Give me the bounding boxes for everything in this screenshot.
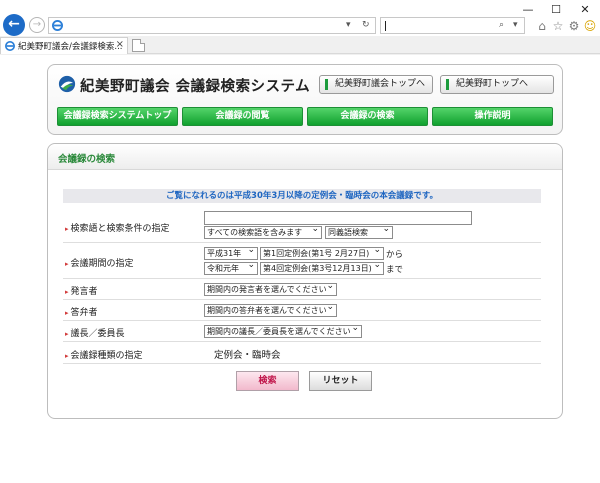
- refresh-icon[interactable]: ↻: [362, 18, 370, 33]
- forward-button[interactable]: →: [29, 17, 45, 33]
- settings-gear-icon[interactable]: ⚙: [567, 19, 581, 33]
- keyword-label: 検索語と検索条件の指定: [65, 221, 170, 234]
- chair-select[interactable]: 期間内の議長／委員長を選んでください: [204, 325, 362, 338]
- period-to-suffix: まで: [386, 265, 404, 275]
- nav-system-top-button[interactable]: 会議録検索システムトップ: [57, 107, 178, 126]
- reset-button[interactable]: リセット: [309, 371, 372, 391]
- nav-help-button[interactable]: 操作説明: [432, 107, 553, 126]
- search-dropdown-icon[interactable]: ▾: [513, 18, 518, 33]
- record-type-value: 定例会・臨時会: [214, 350, 281, 361]
- text-caret: [385, 21, 386, 31]
- period-from-era-select[interactable]: 平成31年: [204, 247, 258, 260]
- period-from-suffix: から: [386, 250, 404, 260]
- feedback-smiley-icon[interactable]: ☺: [583, 19, 597, 33]
- panel-title: 会議録の検索: [58, 154, 116, 165]
- speaker-select[interactable]: 期間内の発言者を選んでください: [204, 283, 337, 296]
- row-divider: [63, 299, 541, 300]
- nav-browse-button[interactable]: 会議録の閲覧: [182, 107, 303, 126]
- tab-title: 紀美野町議会/会議録検索...: [18, 42, 123, 52]
- favorites-star-icon[interactable]: ☆: [551, 19, 565, 33]
- period-to-session-select[interactable]: 第4回定例会(第3号12月13日): [260, 262, 384, 275]
- browser-search-input[interactable]: ⌕ ▾: [380, 17, 525, 34]
- nav-search-button[interactable]: 会議録の検索: [307, 107, 428, 126]
- row-divider: [63, 278, 541, 279]
- row-divider: [63, 363, 541, 364]
- tab-active[interactable]: 紀美野町議会/会議録検索... ×: [0, 37, 128, 54]
- council-top-link[interactable]: 紀美野町議会トップへ: [319, 75, 433, 94]
- record-type-label: 会議録種類の指定: [65, 348, 143, 361]
- availability-notice: ご覧になれるのは平成30年3月以降の定例会・臨時会の本会議録です。: [63, 189, 541, 203]
- ie-page-icon: [52, 20, 63, 31]
- site-header: 紀美野町議会 会議録検索システム 紀美野町議会トップへ 紀美野町トップへ 会議録…: [47, 64, 563, 135]
- tab-strip: 紀美野町議会/会議録検索... ×: [0, 36, 600, 54]
- responder-select[interactable]: 期間内の答弁者を選んでください: [204, 304, 337, 317]
- town-logo-icon: [58, 75, 76, 93]
- address-dropdown-icon[interactable]: ▾: [346, 18, 351, 33]
- page-viewport: 紀美野町議会 会議録検索システム 紀美野町議会トップへ 紀美野町トップへ 会議録…: [0, 55, 600, 483]
- panel-header: 会議録の検索: [48, 144, 562, 170]
- row-divider: [63, 320, 541, 321]
- row-divider: [63, 341, 541, 342]
- search-panel: 会議録の検索 ご覧になれるのは平成30年3月以降の定例会・臨時会の本会議録です。…: [47, 143, 563, 419]
- synonym-select[interactable]: 同義語検索: [325, 226, 393, 239]
- site-title: 紀美野町議会 会議録検索システム: [80, 79, 311, 95]
- row-divider: [63, 242, 541, 243]
- chair-label: 議長／委員長: [65, 326, 125, 339]
- keyword-condition-select[interactable]: すべての検索語を含みます: [204, 226, 322, 239]
- home-icon[interactable]: ⌂: [535, 19, 549, 33]
- period-to-era-select[interactable]: 令和元年: [204, 262, 258, 275]
- keyword-input[interactable]: [204, 211, 472, 225]
- speaker-label: 発言者: [65, 284, 98, 297]
- browser-nav-bar: ← → ▾ ↻ ⌕ ▾ ⌂ ☆ ⚙ ☺: [0, 14, 600, 36]
- new-tab-button[interactable]: [132, 39, 145, 52]
- town-top-link[interactable]: 紀美野町トップへ: [440, 75, 554, 94]
- ie-tab-icon: [5, 41, 15, 51]
- search-submit-button[interactable]: 検索: [236, 371, 299, 391]
- back-button[interactable]: ←: [3, 14, 25, 36]
- period-from-session-select[interactable]: 第1回定例会(第1号 2月27日): [260, 247, 384, 260]
- tab-close-icon[interactable]: ×: [116, 39, 124, 50]
- responder-label: 答弁者: [65, 305, 98, 318]
- address-bar[interactable]: ▾ ↻: [48, 17, 376, 34]
- period-label: 会議期間の指定: [65, 256, 134, 269]
- search-icon[interactable]: ⌕: [499, 18, 504, 33]
